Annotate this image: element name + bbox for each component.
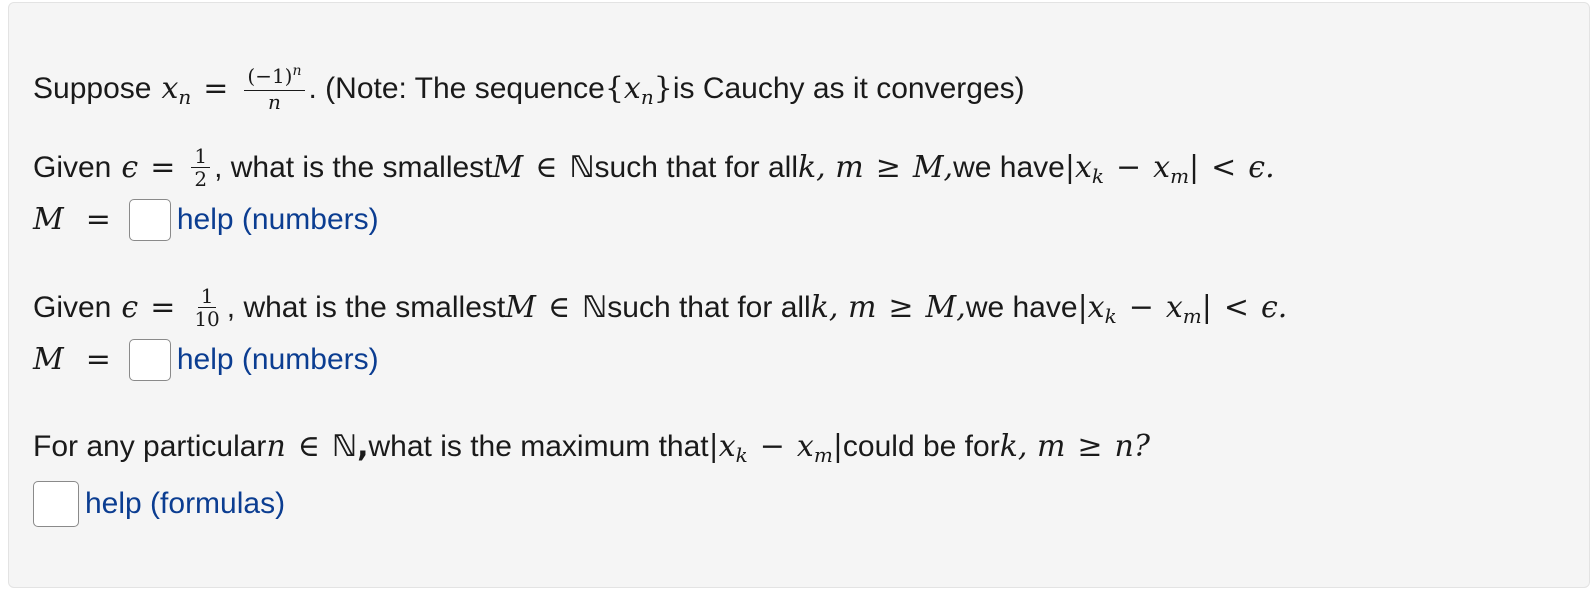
var-M: M, (912, 149, 954, 185)
answer-input-3[interactable] (33, 481, 79, 527)
part3-question: For any particular n ∈ ℕ, what is the ma… (33, 427, 1150, 467)
seq-sub: n (640, 85, 654, 109)
sub-k: k (735, 443, 748, 467)
minus-sign: − (759, 429, 785, 464)
part1-answer-row: M = help (numbers) (33, 199, 379, 241)
help-formulas-link[interactable]: help (formulas) (85, 484, 285, 524)
element-of: ∈ (297, 429, 320, 464)
help-numbers-link[interactable]: help (numbers) (177, 340, 379, 380)
question-text-2: such that for all (594, 150, 798, 184)
geq-sign: ≥ (1077, 429, 1103, 464)
frac-numerator: 1 (191, 145, 211, 168)
intro-prefix: Suppose (33, 72, 152, 105)
brace-close: } (653, 71, 673, 106)
var-xm: x (1165, 289, 1183, 325)
given-label: Given (33, 290, 112, 324)
minus-sign: − (1128, 289, 1154, 325)
var-n: n? (1114, 429, 1150, 464)
geq-sign: ≥ (888, 289, 914, 325)
question-text-3: we have (953, 150, 1065, 184)
less-than-sign: < (1211, 149, 1237, 185)
part1-question: Given ϵ = 1 2 , what is the smallest M ∈… (33, 145, 1275, 190)
answer-label-M: M (33, 202, 64, 237)
answer-label-M: M (33, 342, 64, 377)
frac-denominator: 10 (194, 307, 220, 331)
sub-k: k (1091, 163, 1104, 188)
question-text-3: could be for (842, 430, 1000, 463)
equals-sign: = (150, 149, 176, 185)
x-var: x (161, 71, 179, 106)
frac-exponent: n (292, 63, 302, 79)
x-sub: n (178, 85, 192, 109)
question-text-3: we have (965, 290, 1078, 324)
question-text-1: For any particular (33, 430, 267, 463)
geq-sign: ≥ (875, 149, 901, 185)
brace-open: { (604, 71, 624, 106)
given-label: Given (33, 150, 112, 184)
equals-sign: = (85, 202, 111, 237)
intro-note-a: . (Note: The sequence (308, 72, 605, 105)
epsilon-fraction: 1 10 (191, 285, 222, 330)
abs-xk: |x (1077, 289, 1105, 325)
epsilon: ϵ (121, 289, 139, 325)
var-n: n (266, 429, 286, 464)
epsilon: ϵ (121, 149, 139, 185)
sub-m: m (1170, 163, 1190, 188)
var-xm: x (796, 429, 814, 464)
abs-xk: |x (708, 429, 736, 464)
problem-panel: Suppose xn = (−1)n n . (Note: The sequen… (8, 2, 1590, 588)
var-M: M (492, 149, 524, 185)
part2-answer-row: M = help (numbers) (33, 339, 379, 381)
frac-denominator: 2 (194, 167, 208, 191)
epsilon: ϵ. (1248, 149, 1275, 185)
equals-sign: = (85, 342, 111, 377)
abs-xk: |x (1064, 149, 1092, 185)
problem-intro: Suppose xn = (−1)n n . (Note: The sequen… (33, 63, 1025, 114)
help-numbers-link[interactable]: help (numbers) (177, 200, 379, 240)
question-text-2: such that for all (607, 290, 811, 324)
answer-input-1[interactable] (128, 199, 171, 241)
epsilon-fraction: 1 2 (191, 145, 211, 191)
seq-var: x (623, 71, 641, 106)
frac-numerator: 1 (197, 285, 217, 308)
less-than-sign: < (1223, 289, 1249, 325)
abs-close: | (832, 429, 843, 464)
frac-denominator: n (268, 90, 281, 114)
vars-k-m: k, m (797, 149, 864, 185)
question-text-1: , what is the smallest (214, 150, 493, 184)
var-M: M (505, 289, 536, 325)
naturals-symbol: ℕ (569, 149, 595, 185)
question-text-1: , what is the smallest (226, 290, 506, 324)
part3-answer-row: help (formulas) (33, 481, 285, 527)
vars-k-m: k, m (810, 289, 877, 325)
naturals-symbol: ℕ (582, 289, 608, 325)
sub-k: k (1104, 303, 1117, 328)
abs-close: | (1201, 289, 1212, 325)
intro-note-b: is Cauchy as it converges) (672, 72, 1025, 105)
answer-input-2[interactable] (128, 339, 171, 381)
minus-sign: − (1116, 149, 1142, 185)
abs-close: | (1189, 149, 1200, 185)
sequence-fraction: (−1)n n (244, 63, 305, 114)
naturals-symbol: ℕ, (331, 429, 369, 464)
frac-numerator: (−1) (247, 64, 293, 88)
var-xm: x (1153, 149, 1171, 185)
element-of: ∈ (547, 289, 571, 325)
sub-m: m (813, 443, 833, 467)
part2-question: Given ϵ = 1 10 , what is the smallest M … (33, 285, 1287, 330)
sub-m: m (1182, 303, 1202, 328)
vars-k-m: k, m (999, 429, 1066, 464)
var-M: M, (925, 289, 966, 325)
equals-sign: = (150, 289, 176, 325)
element-of: ∈ (535, 149, 558, 185)
equals-sign: = (203, 71, 229, 106)
question-text-2: what is the maximum that (368, 430, 709, 463)
epsilon: ϵ. (1261, 289, 1288, 325)
